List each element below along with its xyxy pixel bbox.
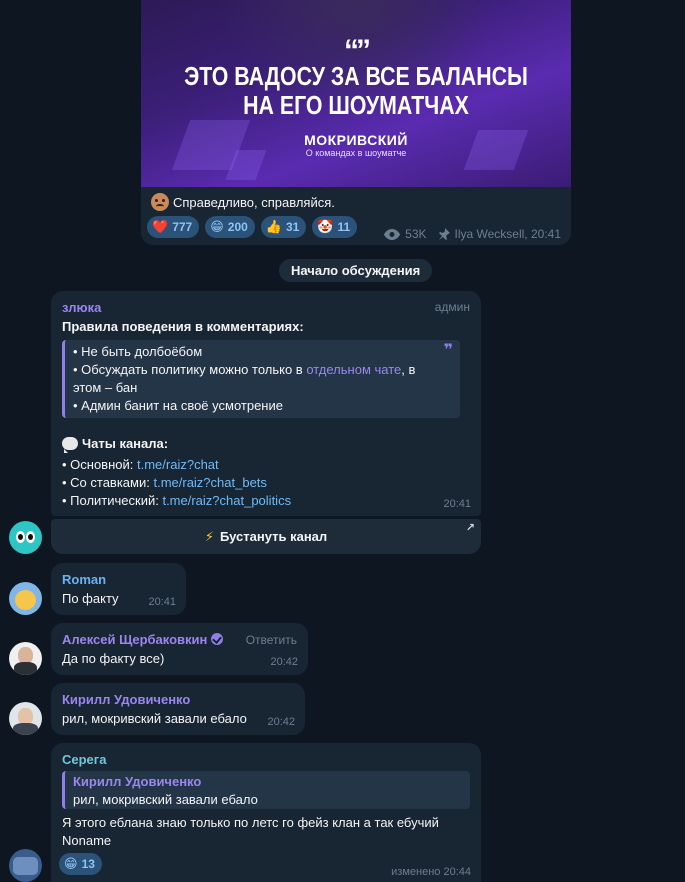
avatar[interactable]	[9, 582, 42, 615]
quote-icon: ❞	[443, 342, 453, 359]
admin-rules-message: злюка админ Правила поведения в коммента…	[51, 291, 481, 516]
reply-quote[interactable]: Кирилл Удовиченко рил, мокривский завали…	[62, 771, 470, 809]
message-text-line2: Noname	[62, 833, 112, 848]
message-time: 20:42	[270, 656, 298, 668]
face-emoji-icon	[151, 193, 169, 211]
lightning-icon: ⚡	[204, 528, 214, 544]
discussion-start-label: Начало обсуждения	[279, 259, 433, 282]
sender-name[interactable]: Roman	[62, 572, 106, 587]
separate-chat-link[interactable]: отдельном чате	[306, 362, 401, 377]
post-headline: ЭТО ВАДОСУ ЗА ВСЕ БАЛАНСЫ НА ЕГО ШОУМАТЧ…	[184, 61, 528, 120]
main-chat-link[interactable]: t.me/raiz?chat	[137, 457, 219, 472]
reply-action[interactable]: Ответить	[246, 633, 297, 647]
avatar[interactable]	[9, 849, 42, 882]
arrow-out-icon: ↗	[465, 522, 475, 534]
message-time: изменено 20:44	[391, 866, 471, 878]
politics-chat-link[interactable]: t.me/raiz?chat_politics	[162, 493, 291, 508]
message-text: рил, мокривский завали ебало	[62, 711, 247, 726]
avatar[interactable]	[9, 521, 42, 554]
sender-name[interactable]: злюка	[62, 300, 101, 315]
admin-badge: админ	[434, 300, 470, 314]
message-time: 20:41	[148, 596, 176, 608]
sender-name[interactable]: Алексей Щербаковкин	[62, 632, 224, 647]
message-time: 20:42	[267, 716, 295, 728]
reaction-grin[interactable]: 😁 13	[59, 853, 102, 875]
message-text-line1: Я этого еблана знаю только по летс го фе…	[62, 815, 439, 830]
reaction-thumbs-up[interactable]: 👍 31	[260, 216, 307, 238]
post-caption: Справедливо, справляйся.	[151, 193, 335, 211]
eye-icon	[384, 228, 401, 240]
chats-title: Чаты канала:	[62, 436, 168, 453]
speech-bubble-icon	[62, 437, 78, 453]
message-bubble: Алексей Щербаковкин Ответить Да по факту…	[51, 623, 308, 675]
post-meta: 53K Ilya Wecksell, 20:41	[384, 227, 561, 241]
bets-chat-link[interactable]: t.me/raiz?chat_bets	[153, 475, 266, 490]
avatar[interactable]	[9, 642, 42, 675]
chat-line-politics: • Политический: t.me/raiz?chat_politics	[62, 493, 292, 508]
message-bubble: Серега Кирилл Удовиченко рил, мокривский…	[51, 743, 481, 882]
chat-line-main: • Основной: t.me/raiz?chat	[62, 457, 219, 472]
boost-channel-button[interactable]: ⚡ Бустануть канал ↗	[51, 519, 481, 554]
post-image[interactable]: “” ЭТО ВАДОСУ ЗА ВСЕ БАЛАНСЫ НА ЕГО ШОУМ…	[141, 0, 571, 187]
reaction-heart[interactable]: ❤️ 777	[147, 216, 200, 238]
chat-line-bets: • Со ставками: t.me/raiz?chat_bets	[62, 475, 267, 490]
message-bubble: Roman По факту 20:41	[51, 563, 186, 615]
post-reactions: ❤️ 777 😁 200 👍 31 🤡 11	[147, 216, 358, 238]
sender-name[interactable]: Серега	[62, 752, 106, 767]
sender-name[interactable]: Кирилл Удовиченко	[62, 692, 190, 707]
rules-title: Правила поведения в комментариях:	[62, 319, 304, 334]
post-author: МОКРИВСКИЙ	[304, 132, 408, 148]
reply-quote-text: рил, мокривский завали ебало	[73, 792, 258, 807]
post-author-sub: О командах в шоуматче	[305, 148, 407, 158]
reply-quote-name: Кирилл Удовиченко	[73, 774, 202, 789]
channel-post: “” ЭТО ВАДОСУ ЗА ВСЕ БАЛАНСЫ НА ЕГО ШОУМ…	[141, 0, 571, 245]
message-text: Да по факту все)	[62, 651, 165, 666]
verified-icon	[211, 633, 224, 645]
reaction-clown[interactable]: 🤡 11	[312, 216, 358, 238]
message-time: 20:41	[443, 498, 471, 510]
avatar[interactable]	[9, 702, 42, 735]
reaction-grin[interactable]: 😁 200	[205, 216, 255, 238]
message-text: По факту	[62, 591, 119, 606]
rules-blockquote: ❞ • Не быть долбоёбом • Обсуждать полити…	[62, 340, 460, 418]
message-bubble: Кирилл Удовиченко рил, мокривский завали…	[51, 683, 305, 735]
grin-icon: 😁	[64, 856, 78, 871]
pin-icon	[438, 228, 450, 240]
